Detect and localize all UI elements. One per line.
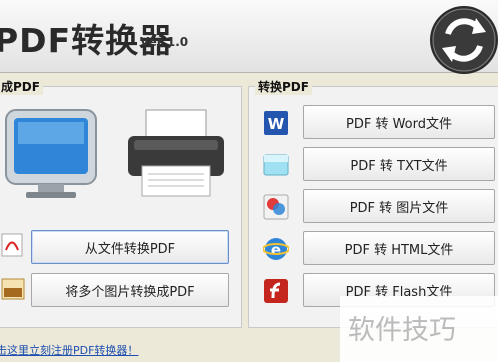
pdf-to-image-button[interactable]: PDF 转 图片文件 (303, 189, 495, 223)
monitor-icon (5, 109, 97, 198)
images-to-pdf-button[interactable]: 将多个图片转换成PDF (31, 273, 229, 307)
word-icon: W (264, 111, 288, 135)
html-ie-icon: e (263, 238, 289, 260)
image-icon (263, 194, 289, 220)
register-link[interactable]: 击这里立刻注册PDF转换器！ (0, 342, 138, 358)
flash-icon (264, 279, 288, 303)
image-file-icon (1, 278, 25, 300)
create-pdf-group-title: 成PDF (0, 78, 43, 95)
watermark-text: 软件技巧 (348, 315, 456, 346)
version-label: Ver 1.0 (140, 35, 189, 49)
convert-file-to-pdf-button[interactable]: 从文件转换PDF (31, 230, 229, 264)
printer-icon (128, 109, 224, 197)
pdf-to-html-button[interactable]: PDF 转 HTML文件 (303, 231, 495, 265)
convert-pdf-group-title: 转换PDF (255, 78, 312, 95)
pdf-to-txt-button[interactable]: PDF 转 TXT文件 (303, 147, 495, 181)
refresh-logo-icon (430, 6, 498, 74)
svg-text:W: W (268, 115, 285, 133)
pdf-file-icon (1, 233, 23, 257)
txt-icon (263, 154, 289, 176)
pdf-to-word-button[interactable]: PDF 转 Word文件 (303, 105, 495, 139)
app-header: PDF转换器 Ver 1.0 (0, 0, 498, 74)
